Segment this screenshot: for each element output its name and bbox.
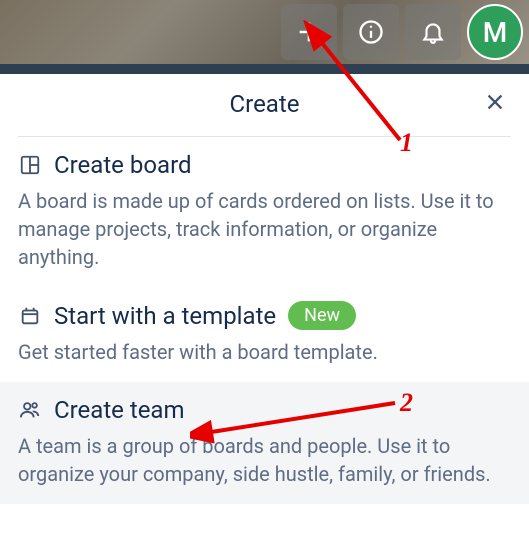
new-badge: New xyxy=(288,301,356,330)
avatar[interactable]: M xyxy=(467,4,523,60)
plus-icon xyxy=(295,18,323,46)
option-title: Create team xyxy=(54,396,185,424)
info-icon xyxy=(357,18,385,46)
option-desc: Get started faster with a board template… xyxy=(18,338,511,366)
divider-bar xyxy=(0,64,529,74)
template-icon xyxy=(18,304,42,328)
option-title: Create board xyxy=(54,151,192,179)
create-plus-button[interactable] xyxy=(281,4,337,60)
option-create-team[interactable]: Create team A team is a group of boards … xyxy=(0,382,529,504)
topbar: M xyxy=(0,0,529,64)
team-icon xyxy=(18,398,42,422)
close-button[interactable] xyxy=(479,86,511,118)
board-icon xyxy=(18,153,42,177)
popover-title: Create xyxy=(18,90,511,118)
annotation-label-2: 2 xyxy=(400,388,413,418)
option-create-board[interactable]: Create board A board is made up of cards… xyxy=(0,137,529,287)
bell-icon xyxy=(420,19,446,45)
avatar-initial: M xyxy=(483,16,508,49)
close-icon xyxy=(484,91,506,113)
popover-header: Create xyxy=(18,74,511,137)
option-title: Start with a template xyxy=(54,302,276,330)
info-button[interactable] xyxy=(343,4,399,60)
option-desc: A board is made up of cards ordered on l… xyxy=(18,187,511,271)
option-desc: A team is a group of boards and people. … xyxy=(18,432,511,488)
option-start-template[interactable]: Start with a template New Get started fa… xyxy=(0,287,529,382)
annotation-label-1: 1 xyxy=(400,128,413,158)
create-popover: Create Create board A board is made up o… xyxy=(0,74,529,540)
notifications-button[interactable] xyxy=(405,4,461,60)
